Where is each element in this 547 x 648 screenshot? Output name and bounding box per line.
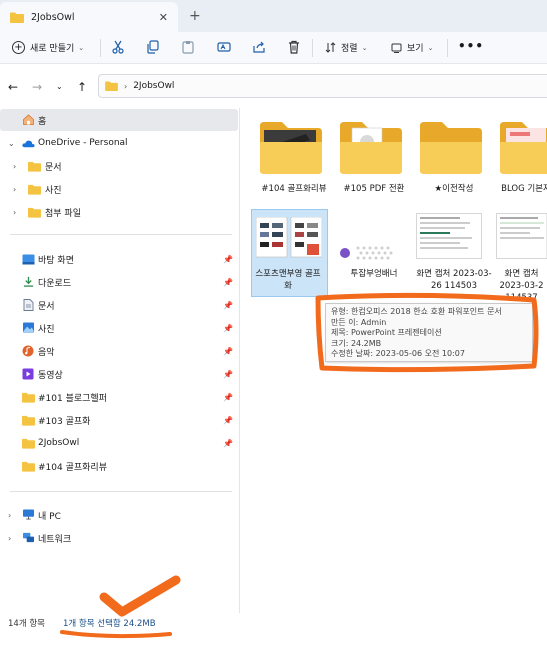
annotation-underline — [60, 630, 172, 639]
selection-info: 1개 항목 선택함 24.2MB — [63, 619, 156, 629]
status-bar: 14개 항목 1개 항목 선택함 24.2MB — [0, 612, 547, 632]
annotation-checkmark — [99, 575, 181, 617]
annotation-overlay — [60, 292, 539, 639]
annotation-box — [315, 292, 539, 373]
item-count: 14개 항목 — [8, 619, 45, 629]
